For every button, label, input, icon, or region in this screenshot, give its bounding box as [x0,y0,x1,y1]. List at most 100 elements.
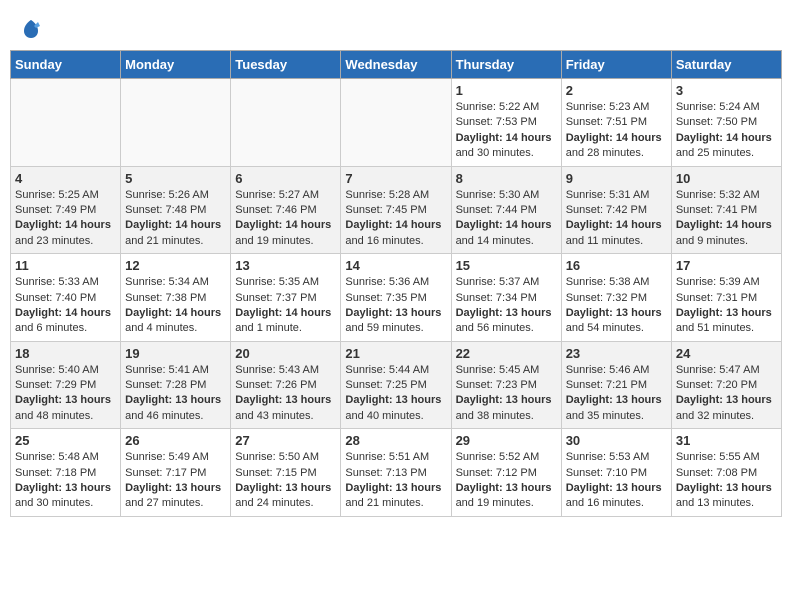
day-number: 7 [345,171,446,186]
day-info: Sunrise: 5:45 AMSunset: 7:23 PMDaylight:… [456,363,557,425]
calendar-cell: 3 Sunrise: 5:24 AMSunset: 7:50 PMDaylight… [671,79,781,167]
day-info: Sunrise: 5:47 AMSunset: 7:20 PMDaylight:… [676,363,777,425]
day-info: Sunrise: 5:46 AMSunset: 7:21 PMDaylight:… [566,363,667,425]
calendar-cell: 13Sunrise: 5:35 AMSunset: 7:37 PMDayligh… [231,254,341,342]
day-info: Sunrise: 5:53 AMSunset: 7:10 PMDaylight:… [566,450,667,512]
day-info: Sunrise: 5:36 AMSunset: 7:35 PMDaylight:… [345,275,446,337]
calendar-cell: 8Sunrise: 5:30 AMSunset: 7:44 PMDaylight… [451,166,561,254]
calendar-cell: 11 Sunrise: 5:33 AMSunset: 7:40 PMDayligh… [11,254,121,342]
calendar-cell: 18 Sunrise: 5:40 AMSunset: 7:29 PMDayligh… [11,341,121,429]
calendar-cell: 7 Sunrise: 5:28 AMSunset: 7:45 PMDaylight… [341,166,451,254]
calendar-cell: 6 Sunrise: 5:27 AMSunset: 7:46 PMDaylight… [231,166,341,254]
day-info: Sunrise: 5:22 AMSunset: 7:53 PMDaylight:… [456,100,557,162]
calendar-cell: 19 Sunrise: 5:41 AMSunset: 7:28 PMDayligh… [121,341,231,429]
day-info: Sunrise: 5:49 AMSunset: 7:17 PMDaylight:… [125,450,226,512]
day-info: Sunrise: 5:25 AMSunset: 7:49 PMDaylight:… [15,188,116,250]
day-number: 23 [566,346,667,361]
day-number: 2 [566,83,667,98]
day-number: 5 [125,171,226,186]
calendar-cell: 31 Sunrise: 5:55 AMSunset: 7:08 PMDayligh… [671,429,781,517]
day-info: Sunrise: 5:40 AMSunset: 7:29 PMDaylight:… [15,363,116,425]
day-number: 11 [15,258,116,273]
week-row-4: 18 Sunrise: 5:40 AMSunset: 7:29 PMDayligh… [11,341,782,429]
calendar-cell: 22Sunrise: 5:45 AMSunset: 7:23 PMDayligh… [451,341,561,429]
week-row-2: 4 Sunrise: 5:25 AMSunset: 7:49 PMDaylight… [11,166,782,254]
day-info: Sunrise: 5:23 AMSunset: 7:51 PMDaylight:… [566,100,667,162]
day-header-tuesday: Tuesday [231,51,341,79]
day-info: Sunrise: 5:48 AMSunset: 7:18 PMDaylight:… [15,450,116,512]
calendar-cell: 21Sunrise: 5:44 AMSunset: 7:25 PMDayligh… [341,341,451,429]
day-number: 4 [15,171,116,186]
calendar-cell: 26 Sunrise: 5:49 AMSunset: 7:17 PMDayligh… [121,429,231,517]
day-number: 15 [456,258,557,273]
calendar-cell: 24Sunrise: 5:47 AMSunset: 7:20 PMDayligh… [671,341,781,429]
day-number: 16 [566,258,667,273]
day-header-monday: Monday [121,51,231,79]
days-header-row: SundayMondayTuesdayWednesdayThursdayFrid… [11,51,782,79]
day-header-friday: Friday [561,51,671,79]
day-info: Sunrise: 5:24 AMSunset: 7:50 PMDaylight:… [676,100,777,162]
day-number: 27 [235,433,336,448]
day-info: Sunrise: 5:38 AMSunset: 7:32 PMDaylight:… [566,275,667,337]
day-number: 31 [676,433,777,448]
week-row-3: 11 Sunrise: 5:33 AMSunset: 7:40 PMDayligh… [11,254,782,342]
day-number: 14 [345,258,446,273]
day-info: Sunrise: 5:52 AMSunset: 7:12 PMDaylight:… [456,450,557,512]
calendar-cell [341,79,451,167]
day-info: Sunrise: 5:44 AMSunset: 7:25 PMDaylight:… [345,363,446,425]
day-header-thursday: Thursday [451,51,561,79]
day-info: Sunrise: 5:32 AMSunset: 7:41 PMDaylight:… [676,188,777,250]
day-info: Sunrise: 5:41 AMSunset: 7:28 PMDaylight:… [125,363,226,425]
day-info: Sunrise: 5:31 AMSunset: 7:42 PMDaylight:… [566,188,667,250]
calendar-cell: 30Sunrise: 5:53 AMSunset: 7:10 PMDayligh… [561,429,671,517]
calendar-cell: 9 Sunrise: 5:31 AMSunset: 7:42 PMDaylight… [561,166,671,254]
day-number: 19 [125,346,226,361]
page-header [10,10,782,44]
calendar-cell [231,79,341,167]
day-number: 10 [676,171,777,186]
day-info: Sunrise: 5:27 AMSunset: 7:46 PMDaylight:… [235,188,336,250]
calendar-cell: 16 Sunrise: 5:38 AMSunset: 7:32 PMDayligh… [561,254,671,342]
day-info: Sunrise: 5:50 AMSunset: 7:15 PMDaylight:… [235,450,336,512]
day-info: Sunrise: 5:39 AMSunset: 7:31 PMDaylight:… [676,275,777,337]
logo [20,18,46,40]
calendar-cell: 2 Sunrise: 5:23 AMSunset: 7:51 PMDaylight… [561,79,671,167]
day-number: 28 [345,433,446,448]
day-info: Sunrise: 5:26 AMSunset: 7:48 PMDaylight:… [125,188,226,250]
day-number: 26 [125,433,226,448]
day-info: Sunrise: 5:30 AMSunset: 7:44 PMDaylight:… [456,188,557,250]
day-number: 1 [456,83,557,98]
day-header-sunday: Sunday [11,51,121,79]
calendar-cell: 25Sunrise: 5:48 AMSunset: 7:18 PMDayligh… [11,429,121,517]
day-number: 18 [15,346,116,361]
calendar-cell [11,79,121,167]
calendar-cell: 17 Sunrise: 5:39 AMSunset: 7:31 PMDayligh… [671,254,781,342]
week-row-5: 25Sunrise: 5:48 AMSunset: 7:18 PMDayligh… [11,429,782,517]
day-info: Sunrise: 5:34 AMSunset: 7:38 PMDaylight:… [125,275,226,337]
general-blue-icon [20,18,42,40]
day-info: Sunrise: 5:35 AMSunset: 7:37 PMDaylight:… [235,275,336,337]
calendar-cell [121,79,231,167]
day-number: 3 [676,83,777,98]
calendar-cell: 28Sunrise: 5:51 AMSunset: 7:13 PMDayligh… [341,429,451,517]
day-info: Sunrise: 5:37 AMSunset: 7:34 PMDaylight:… [456,275,557,337]
day-info: Sunrise: 5:43 AMSunset: 7:26 PMDaylight:… [235,363,336,425]
day-info: Sunrise: 5:33 AMSunset: 7:40 PMDaylight:… [15,275,116,337]
day-info: Sunrise: 5:28 AMSunset: 7:45 PMDaylight:… [345,188,446,250]
calendar-cell: 23 Sunrise: 5:46 AMSunset: 7:21 PMDayligh… [561,341,671,429]
calendar-cell: 29Sunrise: 5:52 AMSunset: 7:12 PMDayligh… [451,429,561,517]
calendar-cell: 10 Sunrise: 5:32 AMSunset: 7:41 PMDayligh… [671,166,781,254]
day-number: 9 [566,171,667,186]
calendar-cell: 14 Sunrise: 5:36 AMSunset: 7:35 PMDayligh… [341,254,451,342]
day-number: 20 [235,346,336,361]
calendar-cell: 4 Sunrise: 5:25 AMSunset: 7:49 PMDaylight… [11,166,121,254]
day-info: Sunrise: 5:55 AMSunset: 7:08 PMDaylight:… [676,450,777,512]
calendar-cell: 27 Sunrise: 5:50 AMSunset: 7:15 PMDayligh… [231,429,341,517]
day-number: 6 [235,171,336,186]
day-number: 12 [125,258,226,273]
week-row-1: 1 Sunrise: 5:22 AMSunset: 7:53 PMDaylight… [11,79,782,167]
day-header-wednesday: Wednesday [341,51,451,79]
calendar-cell: 1 Sunrise: 5:22 AMSunset: 7:53 PMDaylight… [451,79,561,167]
day-number: 17 [676,258,777,273]
calendar-cell: 20 Sunrise: 5:43 AMSunset: 7:26 PMDayligh… [231,341,341,429]
